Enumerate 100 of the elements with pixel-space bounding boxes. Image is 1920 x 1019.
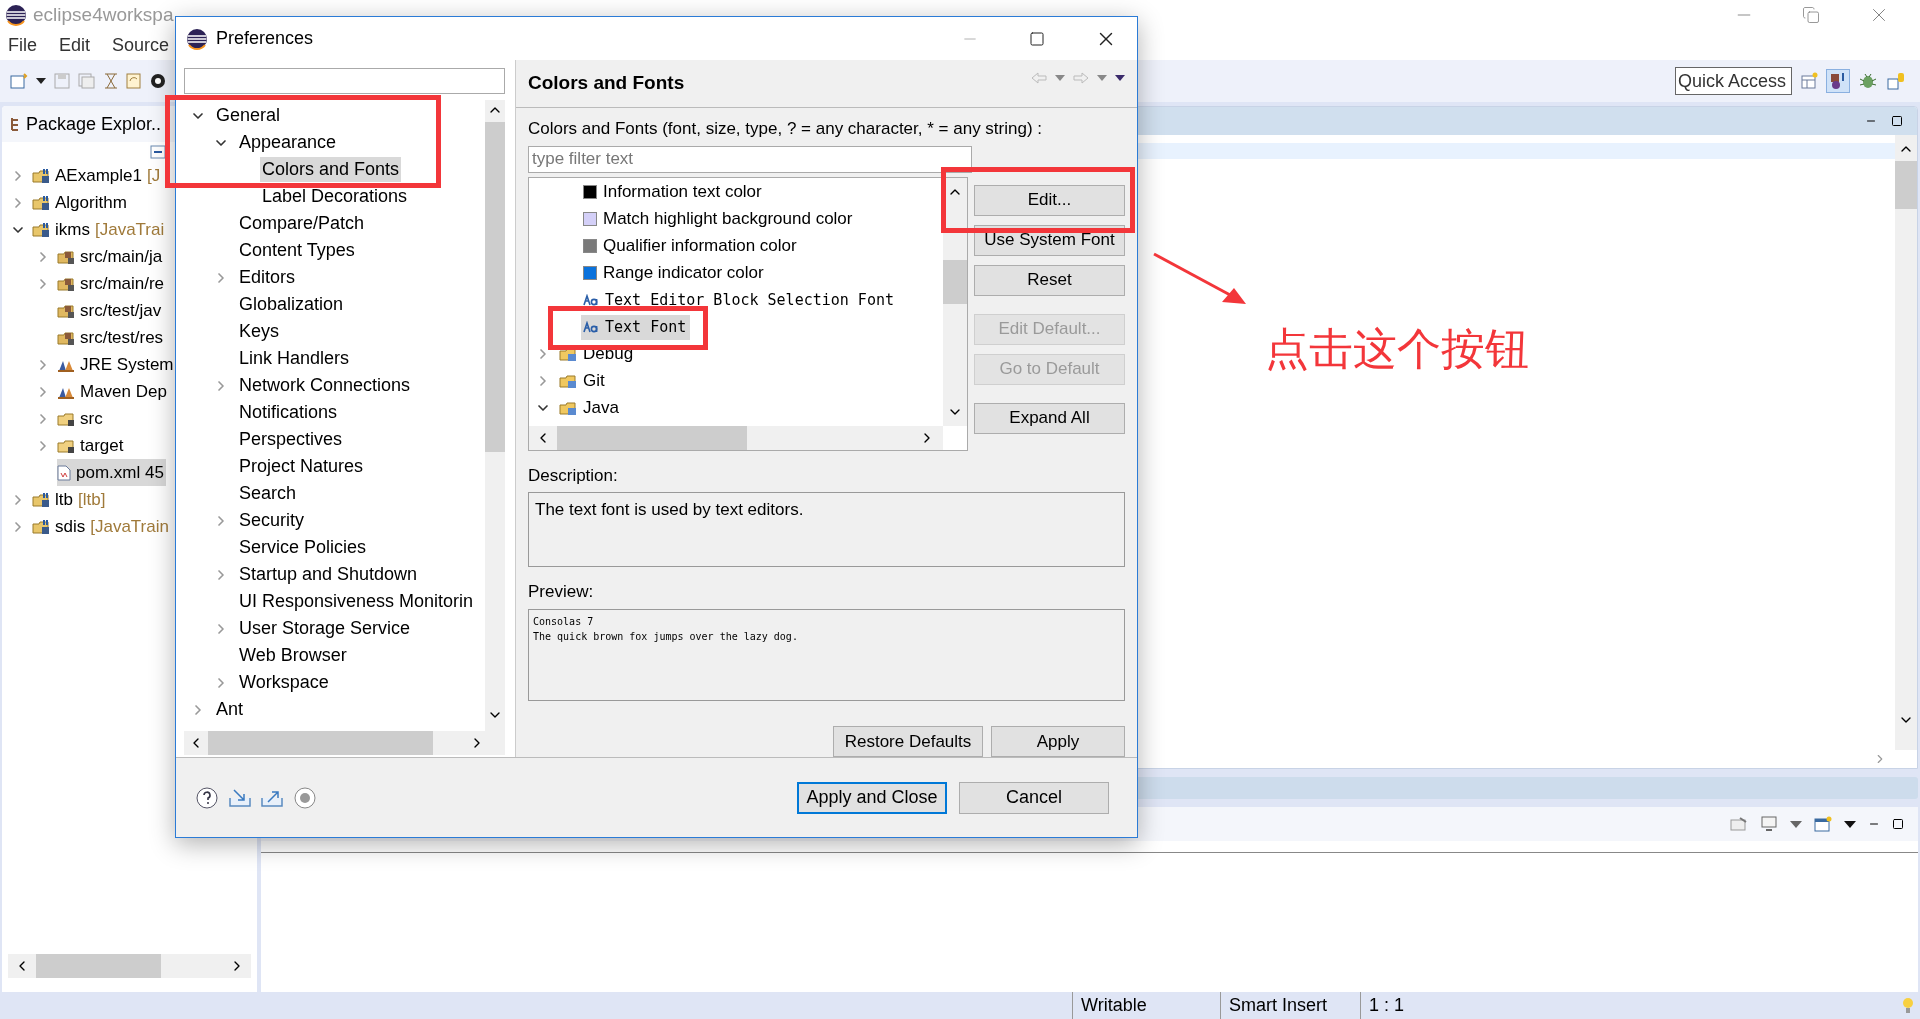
dialog-button[interactable]: Restore Defaults bbox=[833, 726, 983, 757]
project-tree-item[interactable]: src/test/jav bbox=[57, 297, 164, 324]
target-icon[interactable] bbox=[150, 73, 166, 89]
dialog-title: Preferences bbox=[216, 27, 314, 50]
menu-item[interactable]: File bbox=[8, 31, 37, 59]
project-folder-icon bbox=[32, 221, 50, 238]
import-icon[interactable] bbox=[228, 787, 252, 808]
view-menu-icon[interactable] bbox=[1115, 74, 1125, 81]
folder-icon bbox=[57, 410, 75, 427]
record-icon[interactable] bbox=[294, 786, 316, 809]
dialog-button[interactable]: Apply and Close bbox=[797, 781, 947, 814]
menu-item[interactable]: Source bbox=[112, 31, 170, 59]
list-item[interactable]: Text Font bbox=[581, 314, 691, 340]
scrollbar-thumb[interactable] bbox=[557, 425, 747, 450]
dialog-button[interactable]: Expand All bbox=[974, 402, 1125, 434]
list-item[interactable]: Text Editor Block Selection Font bbox=[581, 287, 898, 313]
project-tree-item[interactable]: Maven Dep bbox=[57, 378, 169, 405]
status-field: Smart Insert bbox=[1220, 992, 1360, 1019]
preference-tree-item[interactable]: User Storage Service bbox=[237, 616, 413, 641]
preference-tree-item[interactable]: Globalization bbox=[237, 292, 346, 317]
preference-tree-item[interactable]: General bbox=[214, 103, 283, 128]
project-tree-item[interactable]: src/main/ja bbox=[57, 243, 165, 270]
filter-field[interactable] bbox=[184, 68, 505, 94]
list-item[interactable]: Range indicator color bbox=[581, 260, 768, 286]
project-tree-item[interactable]: target bbox=[57, 432, 126, 459]
hourglass-icon[interactable] bbox=[104, 73, 118, 89]
type-filter-field[interactable]: type filter text bbox=[528, 145, 972, 173]
project-tree-item[interactable]: sdis [JavaTrain bbox=[32, 513, 171, 540]
list-item[interactable]: Git bbox=[557, 368, 609, 394]
project-tree-item[interactable]: Algorithm bbox=[32, 189, 129, 216]
item-name: src/main/re bbox=[80, 272, 165, 295]
list-item[interactable]: Qualifier information color bbox=[581, 233, 801, 259]
help-icon[interactable] bbox=[196, 786, 218, 809]
scrollbar-thumb[interactable] bbox=[943, 259, 967, 304]
description-text: The text font is used by text editors. bbox=[535, 500, 804, 519]
preference-tree-item[interactable]: Keys bbox=[237, 319, 282, 344]
list-item[interactable]: Match highlight background color bbox=[581, 206, 857, 232]
preference-tree-item[interactable]: Colors and Fonts bbox=[260, 157, 402, 182]
logo-icon bbox=[5, 4, 27, 26]
new-window-icon[interactable] bbox=[1814, 816, 1832, 832]
scrollbar-thumb[interactable] bbox=[485, 122, 505, 452]
project-tree-item[interactable]: src/main/re bbox=[57, 270, 167, 297]
maximize-icon[interactable] bbox=[1891, 115, 1903, 127]
collapse-all-icon[interactable] bbox=[150, 145, 166, 159]
preference-tree-item[interactable]: Security bbox=[237, 508, 307, 533]
preference-tree-item[interactable]: Ant bbox=[214, 697, 246, 722]
preference-tree-item[interactable]: Project Natures bbox=[237, 454, 366, 479]
dropdown-icon[interactable] bbox=[36, 78, 46, 84]
project-tree-item[interactable]: ikms [JavaTrai bbox=[32, 216, 167, 243]
preference-tree-item[interactable]: Link Handlers bbox=[237, 346, 352, 371]
folder-icon bbox=[559, 400, 577, 416]
project-tree-item[interactable]: JRE System bbox=[57, 351, 176, 378]
preference-tree-item[interactable]: Workspace bbox=[237, 670, 331, 695]
dialog-button[interactable]: Apply bbox=[991, 726, 1125, 757]
preference-tree-item[interactable]: Compare/Patch bbox=[237, 211, 367, 236]
scrollbar-thumb[interactable] bbox=[36, 954, 161, 978]
list-item[interactable]: Java bbox=[557, 395, 623, 421]
preference-tree-item[interactable]: Network Connections bbox=[237, 373, 413, 398]
project-tree-item[interactable]: AExample1 [J bbox=[32, 162, 163, 189]
instruction-text: Colors and Fonts (font, size, type, ? = any character, * = any string) : bbox=[528, 118, 1044, 140]
preference-tree-item[interactable]: Startup and Shutdown bbox=[237, 562, 420, 587]
dialog-button[interactable]: Edit... bbox=[974, 184, 1125, 216]
dialog-button[interactable]: Cancel bbox=[959, 781, 1109, 814]
preference-tree-item[interactable]: Search bbox=[237, 481, 299, 506]
item-name: Algorithm bbox=[55, 191, 127, 214]
preference-tree-item[interactable]: Service Policies bbox=[237, 535, 369, 560]
scrollbar-thumb[interactable] bbox=[1895, 161, 1917, 209]
project-tree-item[interactable]: src/test/res bbox=[57, 324, 166, 351]
preference-tree-item[interactable]: Editors bbox=[237, 265, 298, 290]
perspective-icon[interactable] bbox=[1800, 72, 1818, 90]
item-name: ltb bbox=[55, 488, 73, 511]
bug-icon[interactable] bbox=[1858, 71, 1878, 91]
item-decoration: [ltb] bbox=[77, 488, 106, 511]
new-file-icon[interactable] bbox=[10, 73, 28, 89]
preference-tree-item[interactable]: Notifications bbox=[237, 400, 340, 425]
preference-tree-item[interactable]: Content Types bbox=[237, 238, 357, 263]
preference-tree-item[interactable]: Label Decorations bbox=[260, 184, 410, 209]
scrollbar-thumb[interactable] bbox=[208, 731, 433, 755]
annotation-text: 点击这个按钮 bbox=[1265, 322, 1529, 376]
project-tree-item[interactable]: pom.xml 45 bbox=[57, 459, 166, 486]
project-tree-item[interactable]: src bbox=[57, 405, 105, 432]
monitor-icon[interactable] bbox=[1760, 816, 1778, 832]
restore-icon[interactable] bbox=[1802, 6, 1820, 24]
folder-icon bbox=[559, 373, 577, 389]
preference-tree-item[interactable]: UI Responsiveness Monitorin bbox=[237, 589, 476, 614]
item-name: sdis bbox=[55, 515, 86, 538]
item-name: src/main/ja bbox=[80, 245, 163, 268]
maximize-icon[interactable] bbox=[1892, 818, 1904, 830]
preference-tree-item[interactable]: Web Browser bbox=[237, 643, 349, 668]
item-name: Maven Dep bbox=[80, 380, 167, 403]
dialog-button[interactable]: Reset bbox=[974, 264, 1125, 296]
menu-item[interactable]: Edit bbox=[59, 31, 91, 59]
dropdown-icon[interactable] bbox=[1844, 820, 1856, 828]
preference-tree-item[interactable]: Appearance bbox=[237, 130, 339, 155]
quick-access-field[interactable]: Quick Access bbox=[1675, 67, 1792, 95]
item-name: src/test/res bbox=[80, 326, 164, 349]
list-item[interactable]: Information text color bbox=[581, 179, 766, 205]
preference-tree-item[interactable]: Perspectives bbox=[237, 427, 345, 452]
project-tree-item[interactable]: ltb [ltb] bbox=[32, 486, 108, 513]
project-folder-icon bbox=[32, 491, 50, 508]
